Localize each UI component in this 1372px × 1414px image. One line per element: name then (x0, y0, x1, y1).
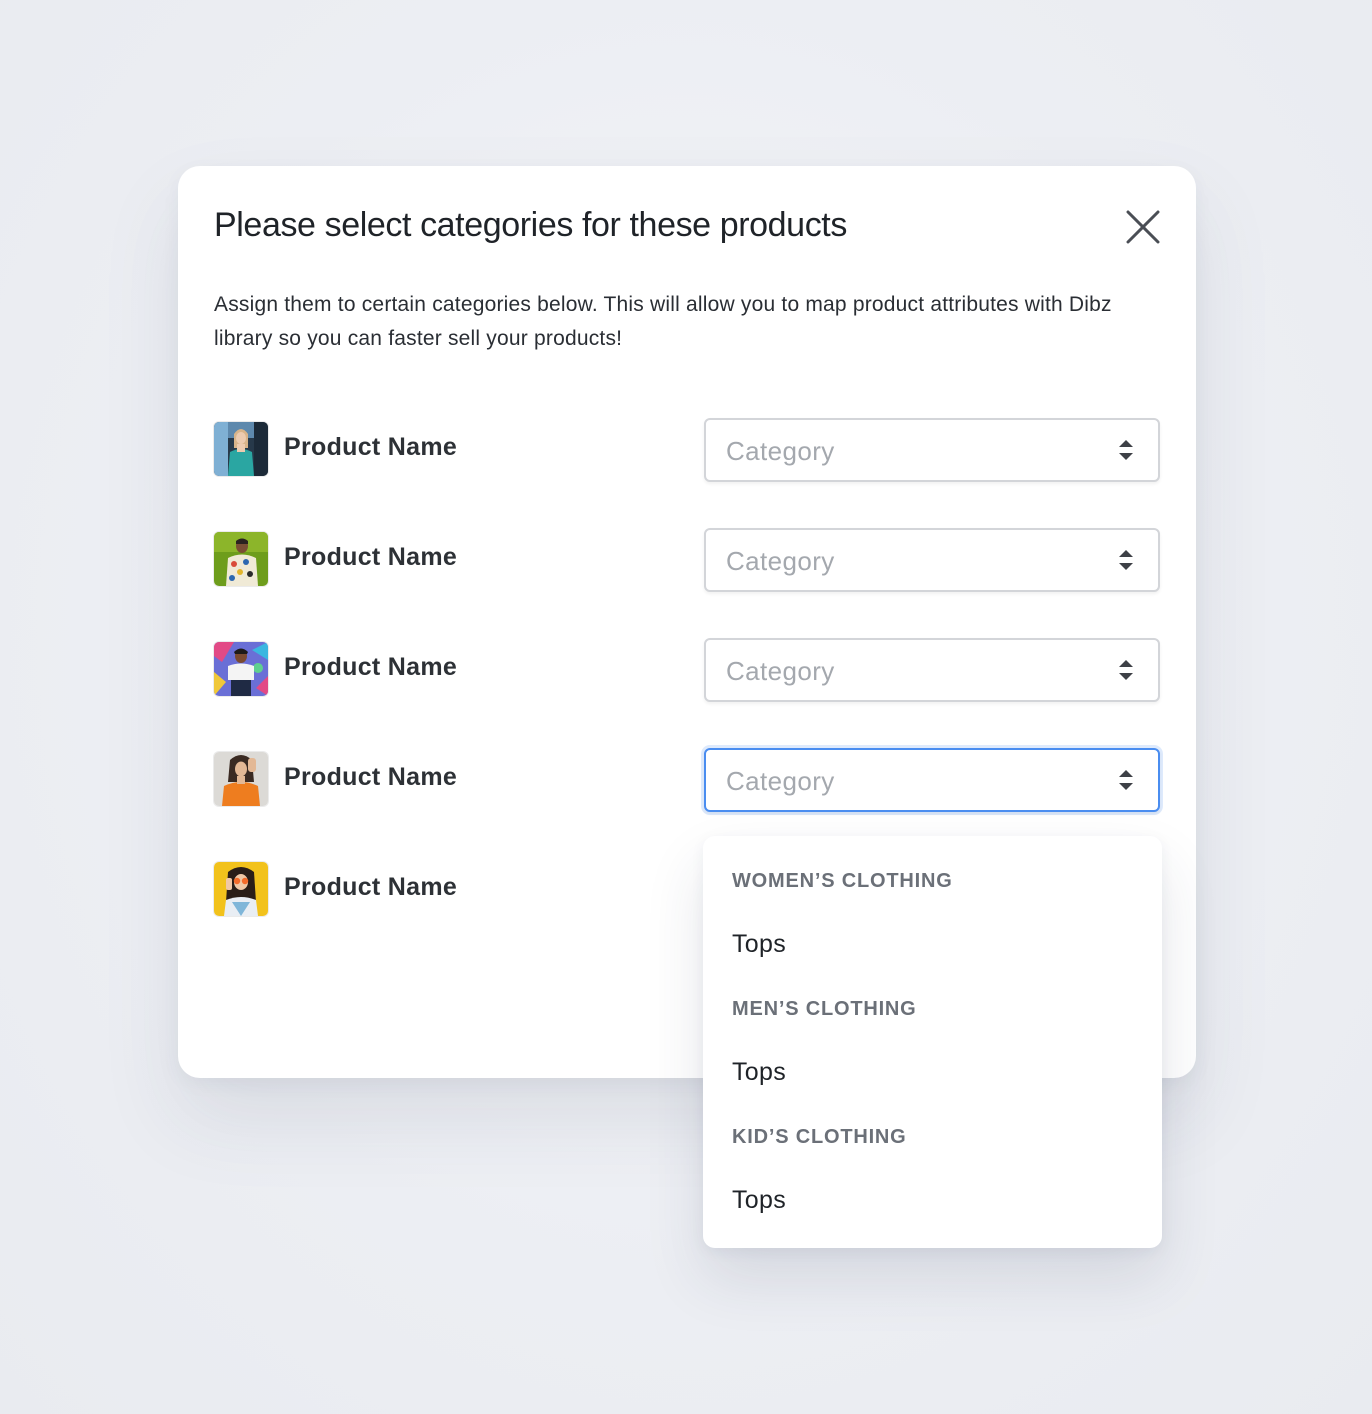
sort-arrows-icon (1118, 658, 1134, 682)
sort-arrows-icon (1118, 548, 1134, 572)
product-row: Product Name Category (214, 418, 1160, 482)
option-mens-tops[interactable]: Tops (732, 1058, 786, 1087)
product-name: Product Name (284, 653, 458, 681)
product-name: Product Name (284, 763, 458, 791)
modal-title: Please select categories for these produ… (214, 206, 847, 244)
product-name: Product Name (284, 433, 458, 461)
group-label-mens-clothing: MEN’S CLOTHING (732, 998, 917, 1020)
close-icon (1126, 210, 1160, 244)
sort-arrows-icon (1118, 768, 1134, 792)
category-select[interactable]: Category (704, 638, 1160, 702)
product-thumbnail (214, 752, 268, 806)
close-button[interactable] (1122, 206, 1164, 248)
product-row: Product Name Category (214, 748, 1160, 812)
modal-description: Assign them to certain categories below.… (214, 293, 1112, 350)
category-select[interactable]: Category (704, 528, 1160, 592)
category-dropdown-menu: WOMEN’S CLOTHING Tops MEN’S CLOTHING Top… (703, 836, 1162, 1248)
product-thumbnail (214, 532, 268, 586)
option-womens-tops[interactable]: Tops (732, 930, 786, 959)
category-select-focused[interactable]: Category (704, 748, 1160, 812)
product-thumbnail (214, 862, 268, 916)
product-row: Product Name Category (214, 638, 1160, 702)
category-placeholder: Category (726, 766, 835, 796)
product-name: Product Name (284, 543, 458, 571)
category-placeholder: Category (726, 656, 835, 686)
product-thumbnail (214, 642, 268, 696)
category-placeholder: Category (726, 436, 835, 466)
sort-arrows-icon (1118, 438, 1134, 462)
category-placeholder: Category (726, 546, 835, 576)
group-label-womens-clothing: WOMEN’S CLOTHING (732, 870, 953, 892)
product-thumbnail (214, 422, 268, 476)
group-label-kids-clothing: KID’S CLOTHING (732, 1126, 907, 1148)
product-name: Product Name (284, 873, 458, 901)
option-kids-tops[interactable]: Tops (732, 1186, 786, 1215)
product-row: Product Name Category (214, 528, 1160, 592)
category-select[interactable]: Category (704, 418, 1160, 482)
